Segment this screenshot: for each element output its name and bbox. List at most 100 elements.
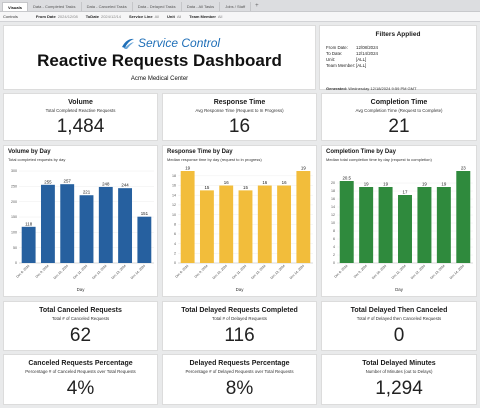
tab-jobs-staff[interactable]: Jobs / Staff (220, 2, 252, 11)
bar (436, 187, 451, 263)
kpi-value: 0 (393, 325, 405, 346)
kpi-total-canceled: Total Canceled Requests Total # of Cance… (3, 301, 158, 351)
data-label: 19 (301, 166, 306, 171)
bar (79, 195, 94, 263)
kpi-delayed-percentage: Delayed Requests Percentage Percentage #… (162, 354, 317, 405)
kpi-subtitle: Percentage # of Delayed Requests over To… (185, 369, 294, 374)
y-tick-label: 4 (174, 242, 176, 246)
bar (219, 185, 234, 263)
bar (277, 185, 292, 263)
kpi-total-delayed-minutes: Total Delayed Minutes Number of Minutes … (321, 354, 477, 405)
tab-canceled-tasks[interactable]: Data - Canceled Tasks (82, 2, 133, 11)
control-from-date[interactable]: From Date 2024/12/08 (36, 14, 78, 19)
bar (378, 187, 393, 263)
x-tick-label: Dec 13, 2024 (111, 264, 127, 280)
kpi-total-delayed-canceled: Total Delayed Then Canceled Total # of D… (321, 301, 477, 351)
tab-completed-tasks[interactable]: Data - Completed Tasks (28, 2, 82, 11)
kpi-subtitle: Total # of Delayed Requests (212, 316, 267, 321)
data-label: 19 (441, 182, 446, 187)
kpi-value: 21 (388, 116, 410, 137)
y-tick-label: 6 (333, 237, 335, 241)
x-tick-label: Dec 12, 2024 (250, 264, 266, 280)
bar (456, 171, 471, 263)
chart-title: Completion Time by Day (326, 149, 396, 155)
y-tick-label: 6 (174, 232, 176, 236)
x-tick-label: Dec 10, 2024 (212, 264, 228, 280)
tab-visuals[interactable]: Visuals (2, 2, 28, 11)
data-label: 244 (121, 183, 129, 188)
data-label: 19 (364, 182, 369, 187)
data-label: 118 (25, 221, 33, 226)
control-unit[interactable]: Unit All (167, 14, 181, 19)
x-tick-label: Dec 9, 2024 (353, 264, 368, 279)
kpi-title: Delayed Requests Percentage (189, 360, 290, 367)
x-tick-label: Dec 9, 2024 (35, 264, 50, 279)
x-tick-label: Dec 11, 2024 (72, 264, 88, 280)
kpi-title: Total Delayed Then Canceled (350, 307, 448, 314)
x-tick-label: Dec 10, 2024 (53, 264, 69, 280)
control-service-line[interactable]: Service Line All (129, 14, 159, 19)
kpi-subtitle: Avg Completion Time (Request to Complete… (355, 108, 443, 113)
completion-chart-plot: 0 2 4 6 8 10 12 14 16 18 20 20.5 Dec 8, 2024 19 Dec 9,… (331, 166, 473, 280)
y-tick-label: 14 (331, 205, 335, 209)
y-tick-label: 16 (331, 197, 335, 201)
y-tick-label: 100 (11, 231, 17, 235)
tab-all-tasks[interactable]: Data - All Tasks (182, 2, 221, 11)
x-tick-label: Dec 12, 2024 (410, 264, 426, 280)
bar (137, 216, 152, 263)
filter-row: From Date: 12/08/2024 (326, 45, 378, 50)
data-label: 19 (383, 182, 388, 187)
chart-title: Response Time by Day (167, 149, 233, 155)
bar (339, 181, 354, 263)
data-label: 16 (224, 180, 229, 185)
control-to-date[interactable]: ToDate 2024/12/14 (86, 14, 121, 19)
x-tick-label: Dec 11, 2024 (391, 264, 407, 280)
data-label: 151 (141, 211, 149, 216)
kpi-completion-time: Completion Time Avg Completion Time (Req… (321, 93, 477, 141)
logo-text: Service Control (138, 36, 221, 50)
tab-delayed-tasks[interactable]: Data - Delayed Tasks (133, 2, 182, 11)
y-tick-label: 300 (11, 169, 17, 173)
data-label: 248 (102, 181, 110, 186)
bar (199, 190, 214, 263)
add-tab-button[interactable]: + (251, 2, 263, 11)
kpi-title: Total Canceled Requests (39, 307, 122, 314)
response-chart-plot: 0 2 4 6 8 10 12 14 16 18 19 Dec 8, 2024 15 Dec 9, 202… (172, 166, 313, 280)
x-tick-label: Dec 13, 2024 (429, 264, 445, 280)
kpi-volume: Volume Total Completed Reactive Requests… (3, 93, 158, 141)
y-tick-label: 250 (11, 185, 17, 189)
data-label: 16 (262, 180, 267, 185)
kpi-subtitle: Number of Minutes (out to Delays) (365, 369, 433, 374)
kpi-response-time: Response Time Avg Response Time (Request… (162, 93, 317, 141)
filters-title: Filters Applied (375, 31, 421, 38)
kpi-title: Volume (68, 99, 93, 106)
kpi-subtitle: Percentage # of Canceled Requests over T… (25, 369, 136, 374)
bar (296, 171, 311, 263)
bar (398, 195, 412, 263)
y-tick-label: 8 (333, 229, 335, 233)
y-tick-label: 0 (333, 261, 335, 265)
x-tick-label: Dec 13, 2024 (270, 264, 286, 280)
controls-title: Controls (3, 14, 18, 19)
y-tick-label: 12 (331, 213, 335, 217)
bar (180, 171, 195, 263)
y-tick-label: 0 (15, 261, 17, 265)
bar (40, 184, 55, 263)
y-tick-label: 200 (11, 200, 17, 204)
x-tick-label: Dec 11, 2024 (231, 264, 247, 280)
x-tick-label: Dec 10, 2024 (371, 264, 387, 280)
control-team-member[interactable]: Team Member All (189, 14, 222, 19)
bar (238, 190, 253, 263)
data-label: 15 (204, 185, 209, 190)
page-title: Reactive Requests Dashboard (37, 51, 282, 70)
x-axis-title: Day (235, 287, 244, 292)
kpi-title: Completion Time (370, 99, 428, 106)
y-tick-label: 18 (172, 174, 176, 178)
kpi-value: 1,294 (375, 378, 423, 399)
data-label: 19 (422, 182, 427, 187)
controls-bar: Controls From Date 2024/12/08 ToDate 2024/… (0, 12, 480, 22)
kpi-value: 8% (225, 378, 254, 399)
y-tick-label: 4 (333, 245, 335, 249)
filters-applied-panel: Filters Applied From Date: 12/08/2024 To … (319, 25, 477, 91)
x-axis-title: Day (395, 287, 403, 292)
